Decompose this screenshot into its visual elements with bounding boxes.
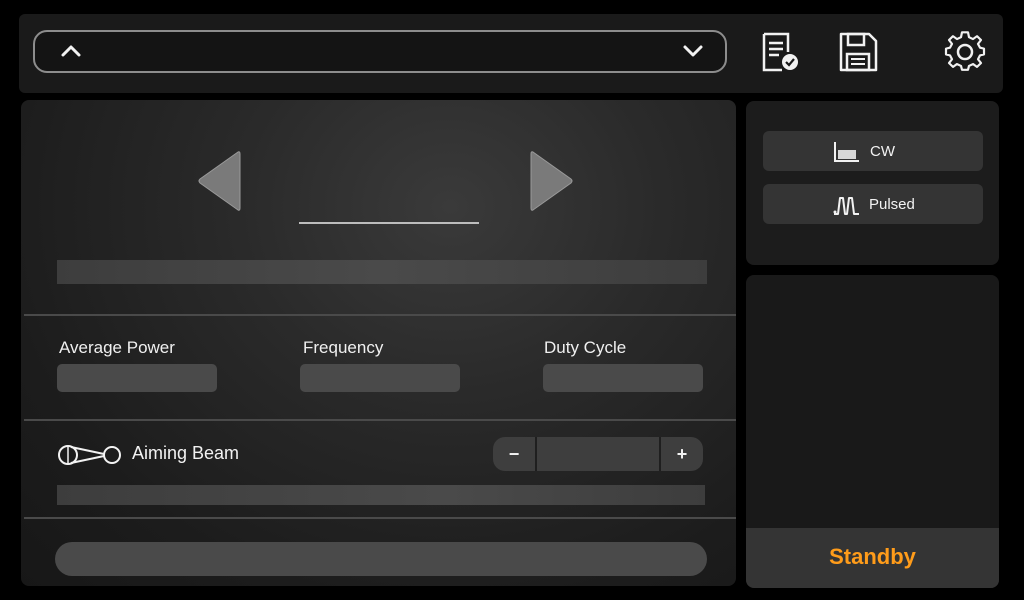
cw-waveform-icon (834, 142, 859, 162)
report-check-icon[interactable] (758, 30, 802, 74)
average-power-field[interactable] (57, 364, 217, 392)
duty-cycle-field[interactable] (543, 364, 703, 392)
main-panel: Average Power Frequency Duty Cycle Aimin… (21, 100, 736, 586)
average-power-label: Average Power (59, 338, 175, 357)
emission-control-bar[interactable] (55, 542, 707, 576)
cw-mode-button[interactable]: CW (763, 131, 983, 171)
duty-cycle-label: Duty Cycle (544, 338, 627, 357)
top-bar (19, 14, 1003, 93)
pulsed-waveform-icon (833, 197, 859, 215)
status-panel: Standby (746, 275, 999, 588)
decrease-button[interactable]: − (493, 437, 537, 471)
previous-arrow-icon[interactable] (196, 148, 242, 214)
aiming-beam-label: Aiming Beam (132, 443, 240, 463)
chevron-up-icon[interactable] (59, 41, 83, 61)
mode-panel: CW Pulsed (746, 101, 999, 265)
status-band: Standby (746, 528, 999, 588)
status-text: Standby (829, 544, 916, 569)
chevron-down-icon[interactable] (681, 41, 705, 61)
floppy-disk-icon[interactable] (836, 30, 880, 74)
increase-button[interactable]: + (659, 437, 703, 471)
next-arrow-icon[interactable] (529, 148, 575, 214)
mode-underline (299, 222, 479, 224)
frequency-label: Frequency (303, 338, 384, 357)
divider (24, 419, 736, 421)
pulsed-mode-label: Pulsed (869, 196, 915, 213)
pulsed-mode-button[interactable]: Pulsed (763, 184, 983, 224)
frequency-field[interactable] (300, 364, 460, 392)
gear-icon[interactable] (943, 30, 987, 74)
cw-mode-label: CW (870, 143, 895, 160)
aiming-beam-value (537, 437, 659, 471)
power-level-bar[interactable] (57, 260, 707, 284)
divider (24, 517, 736, 519)
aiming-beam-stepper: − + (493, 437, 703, 471)
divider (24, 314, 736, 316)
aiming-beam-icon (58, 445, 121, 465)
preset-selector[interactable] (33, 30, 727, 73)
aiming-beam-level-bar[interactable] (57, 485, 705, 505)
